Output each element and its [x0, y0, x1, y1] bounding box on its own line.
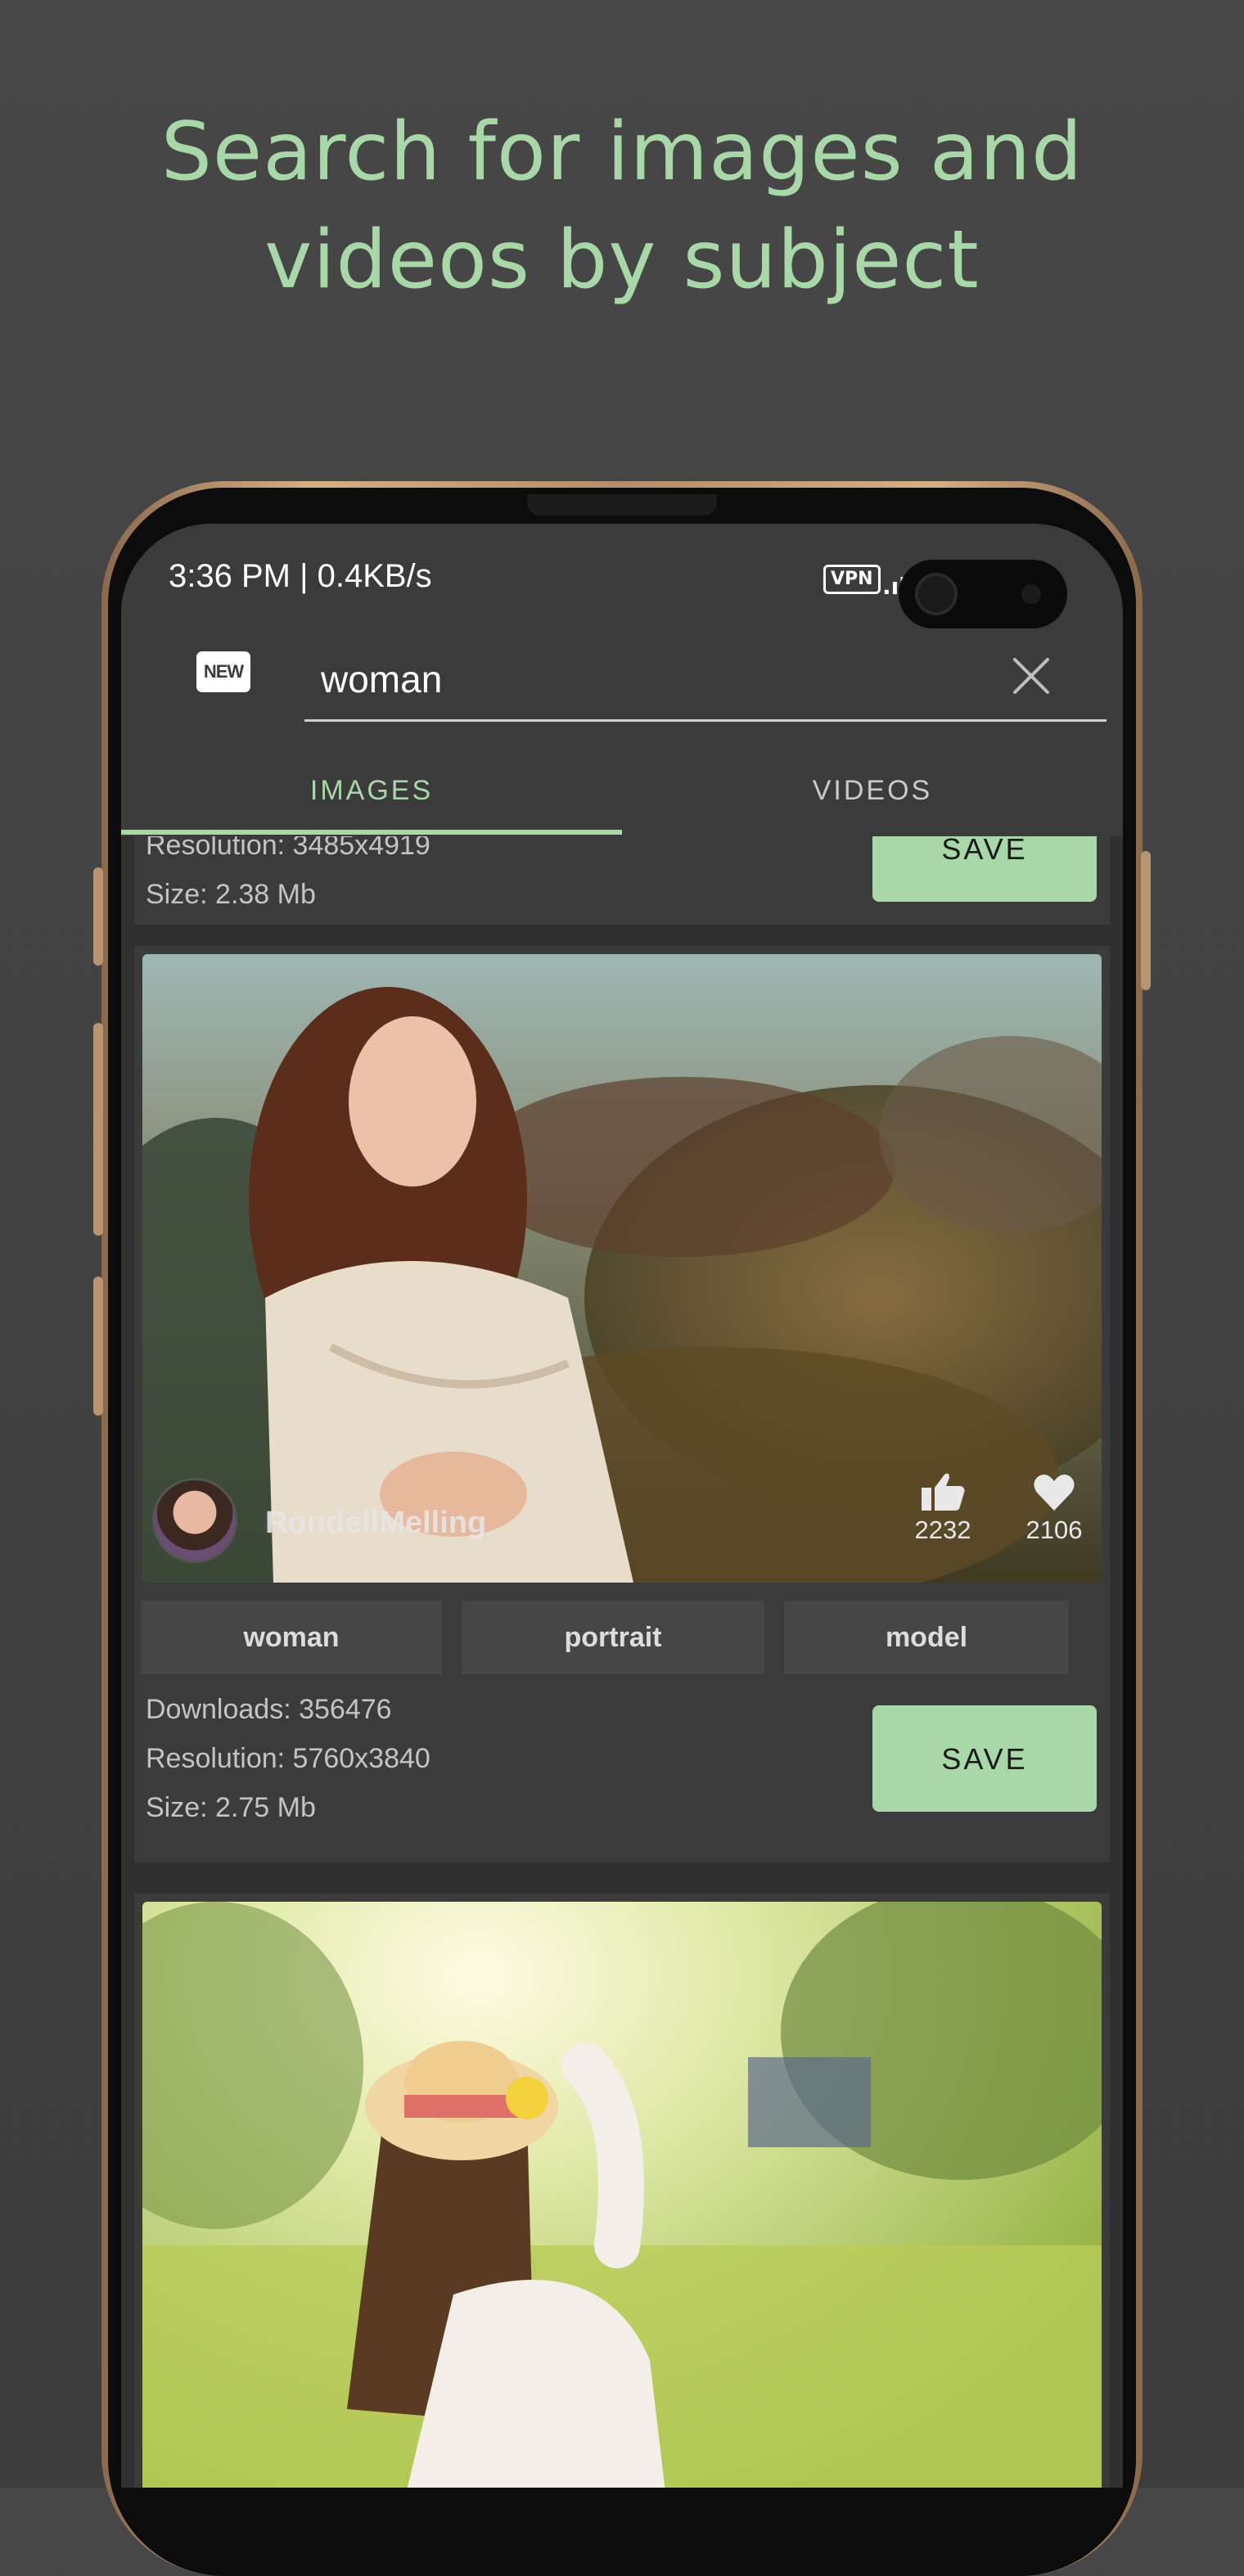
- search-bar: NEW: [121, 638, 1123, 745]
- like-stat[interactable]: 2232: [904, 1471, 982, 1545]
- results-list[interactable]: Resolution: 3485x4919 Size: 2.38 Mb SAVE: [121, 836, 1123, 2488]
- resolution-text: Resolution: 3485x4919: [146, 836, 430, 861]
- downloads-text: Downloads: 356476: [146, 1694, 392, 1725]
- vpn-icon: VPN: [823, 565, 881, 594]
- phone-side-button: [93, 867, 103, 966]
- author-name[interactable]: RondellMelling: [265, 1506, 486, 1541]
- favorite-count: 2106: [1025, 1515, 1083, 1544]
- result-card: Resolution: 3485x4919 Size: 2.38 Mb SAVE: [134, 836, 1110, 925]
- result-photo: [142, 1902, 1102, 2488]
- tab-videos[interactable]: VIDEOS: [622, 745, 1123, 833]
- status-bar: 3:36 PM | 0.4KB/s VPN .ıl: [121, 524, 1123, 638]
- camera-sensor: [1021, 584, 1041, 604]
- tab-indicator: [121, 830, 622, 835]
- close-icon[interactable]: [1008, 653, 1054, 699]
- resolution-text: Resolution: 5760x3840: [146, 1743, 430, 1774]
- result-card: RondellMelling 2232 2106 woman portrait: [134, 946, 1110, 1862]
- thumbs-up-icon: [922, 1473, 965, 1511]
- headline-line-1: Search for images and: [160, 106, 1084, 199]
- camera-cutout: [899, 560, 1067, 628]
- headline: Search for images and videos by subject: [0, 98, 1244, 314]
- phone-side-button: [1141, 851, 1151, 990]
- size-text: Size: 2.38 Mb: [146, 879, 316, 910]
- like-count: 2232: [914, 1515, 971, 1544]
- search-input[interactable]: [304, 638, 1107, 722]
- avatar[interactable]: [152, 1478, 237, 1563]
- phone-side-button: [93, 1023, 103, 1236]
- tab-bar: IMAGES VIDEOS: [121, 745, 1123, 836]
- tag-chip[interactable]: model: [784, 1601, 1069, 1674]
- headline-line-2: videos by subject: [264, 214, 980, 307]
- save-button[interactable]: SAVE: [872, 1705, 1097, 1812]
- tag-chip[interactable]: portrait: [462, 1601, 764, 1674]
- heart-icon: [1034, 1475, 1075, 1511]
- tab-images[interactable]: IMAGES: [121, 745, 622, 833]
- tag-chip[interactable]: woman: [141, 1601, 442, 1674]
- status-time: 3:36 PM | 0.4KB/s: [169, 558, 432, 594]
- phone-screen: 3:36 PM | 0.4KB/s VPN .ıl NEW IMAGES VID…: [121, 524, 1123, 2488]
- favorite-stat[interactable]: 2106: [1015, 1471, 1093, 1545]
- save-button[interactable]: SAVE: [872, 836, 1097, 902]
- result-image[interactable]: [142, 1902, 1102, 2488]
- phone-side-button: [93, 1277, 103, 1416]
- result-card: [134, 1894, 1110, 2488]
- new-badge-icon[interactable]: NEW: [196, 651, 250, 692]
- camera-lens: [915, 573, 958, 615]
- result-image[interactable]: RondellMelling 2232 2106: [142, 954, 1102, 1583]
- earpiece-speaker: [527, 494, 717, 516]
- size-text: Size: 2.75 Mb: [146, 1792, 316, 1823]
